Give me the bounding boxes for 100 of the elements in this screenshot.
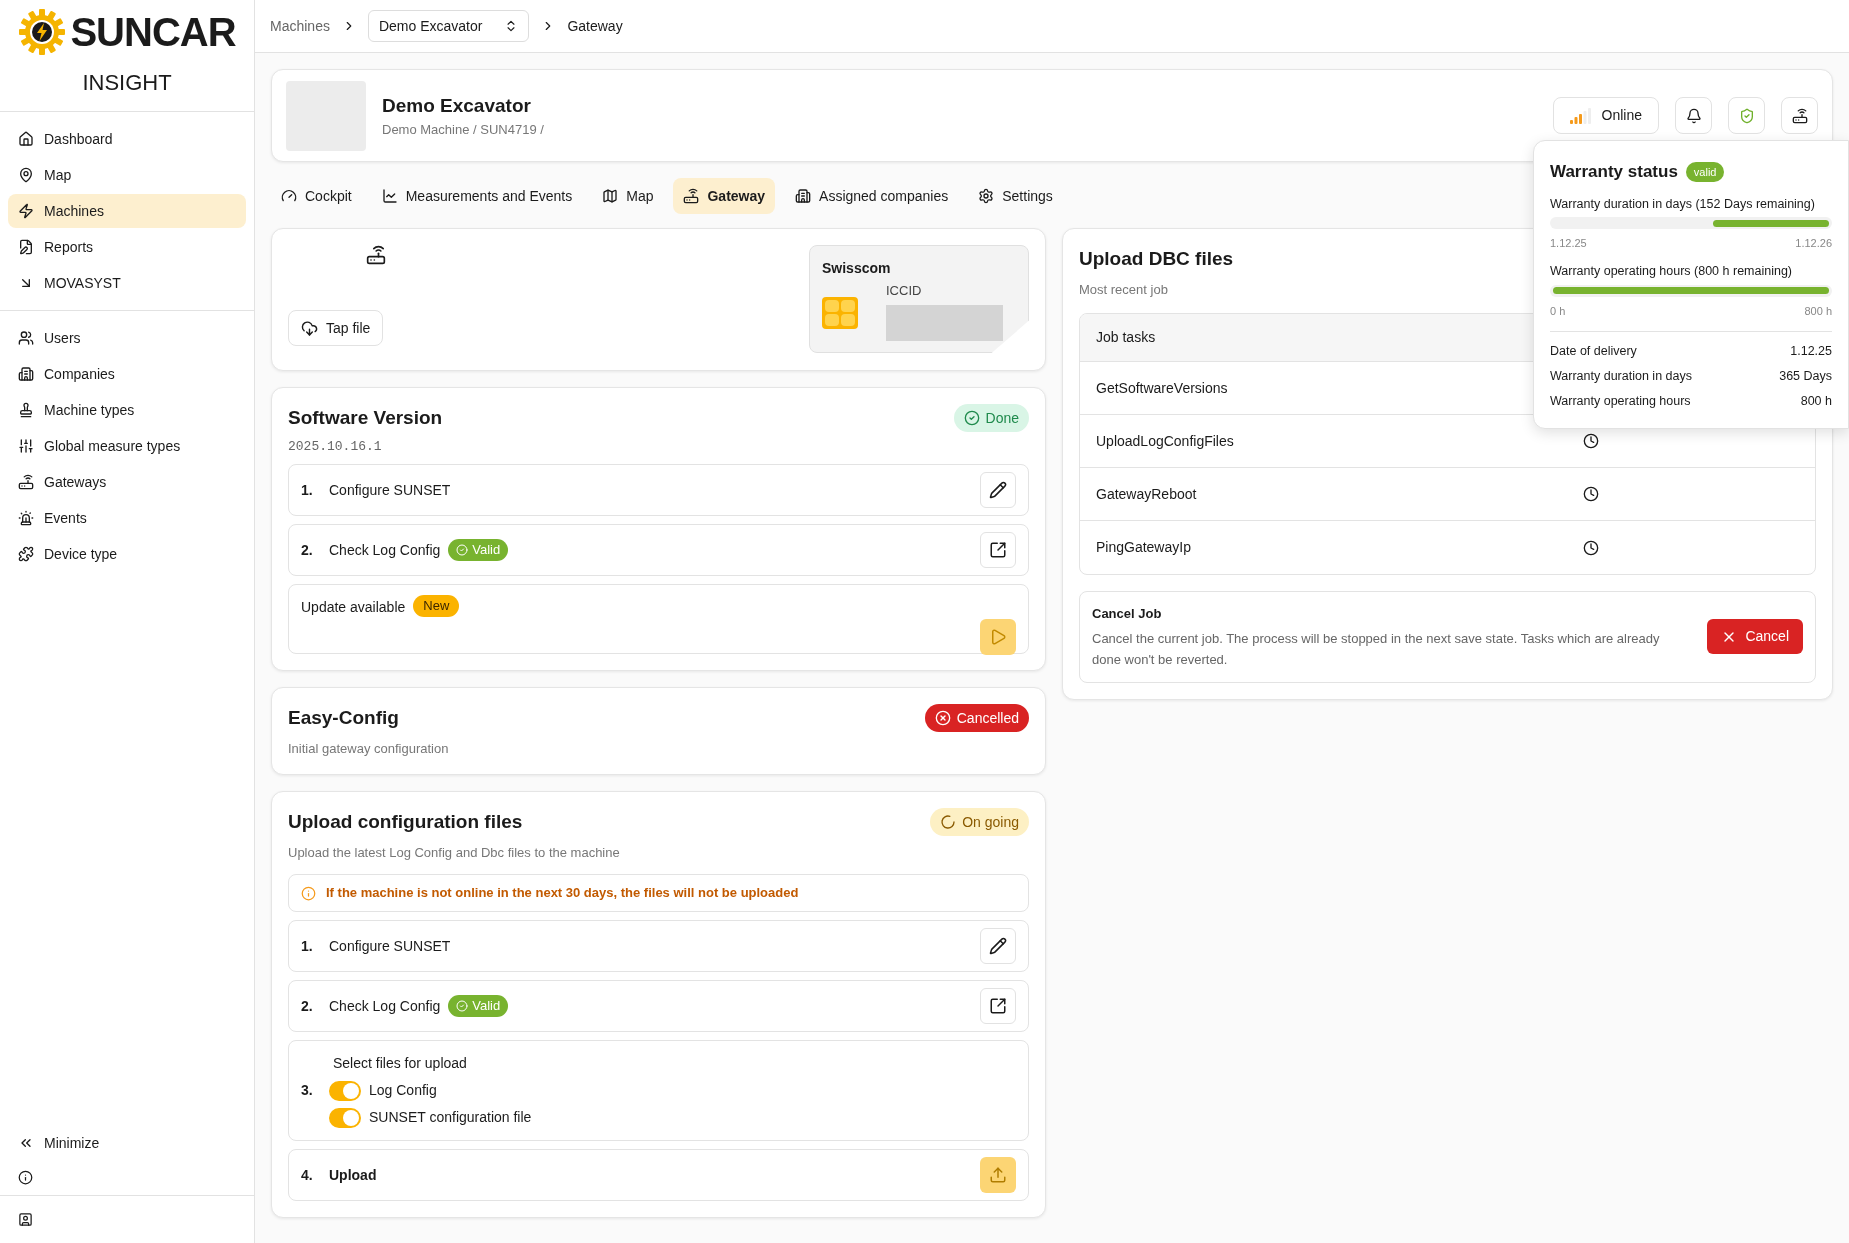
info-icon bbox=[301, 885, 316, 901]
user-icon[interactable] bbox=[18, 1212, 33, 1227]
status-badge: Done bbox=[953, 404, 1029, 432]
nav-item[interactable]: Device type bbox=[8, 537, 246, 571]
toggle-switch[interactable] bbox=[329, 1107, 361, 1128]
lightning-icon bbox=[18, 203, 34, 219]
bar-start: 1.12.25 bbox=[1550, 236, 1587, 252]
detail-label: Date of delivery bbox=[1550, 343, 1637, 360]
nav-item[interactable]: Machines bbox=[8, 194, 246, 228]
nav-item[interactable]: Global measure types bbox=[8, 429, 246, 463]
cancel-button[interactable]: Cancel bbox=[1707, 619, 1803, 655]
tab[interactable]: Gateway bbox=[673, 178, 776, 214]
nav-item[interactable]: Machine types bbox=[8, 393, 246, 427]
card-title: Software Version bbox=[288, 406, 443, 430]
tap-file-button[interactable]: Tap file bbox=[288, 310, 384, 346]
home-icon bbox=[18, 131, 34, 147]
step-label: Check Log Config bbox=[329, 540, 441, 560]
open-button[interactable] bbox=[980, 532, 1016, 568]
detail-value: 1.12.25 bbox=[1790, 343, 1832, 360]
start-update-button[interactable] bbox=[980, 619, 1016, 655]
edit-button[interactable] bbox=[980, 472, 1016, 508]
building-icon bbox=[18, 366, 34, 382]
nav-item[interactable]: Map bbox=[8, 158, 246, 192]
spinner-icon bbox=[940, 814, 957, 830]
tab[interactable]: Measurements and Events bbox=[371, 178, 583, 214]
puzzle-icon bbox=[18, 546, 34, 562]
card-subtitle: Upload the latest Log Config and Dbc files to the machine bbox=[288, 843, 620, 862]
machine-path: Demo Machine / SUN4719 / bbox=[382, 121, 544, 139]
step-number: 1. bbox=[301, 936, 314, 956]
sim-provider: Swisscom bbox=[822, 259, 892, 278]
detail-label: Warranty operating hours bbox=[1550, 392, 1691, 410]
detail-value: 365 Days bbox=[1779, 367, 1832, 385]
detail-value: 800 h bbox=[1800, 392, 1832, 410]
map-pin-icon bbox=[18, 167, 34, 183]
bar-end: 800 h bbox=[1804, 303, 1832, 319]
step-label: Upload bbox=[329, 1165, 377, 1185]
task-name: GatewayReboot bbox=[1096, 484, 1197, 504]
card-subtitle: Most recent job bbox=[1079, 280, 1168, 299]
open-button[interactable] bbox=[980, 988, 1016, 1024]
nav-item[interactable]: Dashboard bbox=[8, 122, 246, 156]
tab[interactable]: Assigned companies bbox=[785, 178, 959, 214]
online-status-button[interactable]: Online bbox=[1552, 97, 1659, 134]
users-icon bbox=[18, 330, 34, 346]
breadcrumb-current: Gateway bbox=[567, 16, 623, 36]
step-number: 1. bbox=[301, 480, 314, 500]
external-link-icon bbox=[989, 997, 1007, 1015]
step-number: 2. bbox=[301, 996, 314, 1016]
x-circle-icon bbox=[934, 710, 951, 726]
signal-icon bbox=[1569, 107, 1592, 124]
product-name: INSIGHT bbox=[82, 69, 172, 97]
breadcrumb-link[interactable]: Machines bbox=[270, 15, 330, 37]
iccid-label: ICCID bbox=[886, 282, 923, 300]
file-pen-icon bbox=[18, 239, 34, 255]
siren-icon bbox=[18, 510, 34, 526]
router-icon bbox=[1791, 107, 1808, 124]
line-chart-icon bbox=[381, 188, 398, 204]
notifications-button[interactable] bbox=[1675, 97, 1712, 134]
task-name: UploadLogConfigFiles bbox=[1096, 431, 1234, 451]
nav-item[interactable]: Reports bbox=[8, 230, 246, 264]
upload-icon bbox=[989, 1166, 1007, 1184]
tab[interactable]: Cockpit bbox=[271, 178, 362, 214]
check-circle-icon bbox=[456, 544, 469, 556]
nav-item[interactable]: Events bbox=[8, 501, 246, 535]
status-badge: On going bbox=[930, 808, 1029, 836]
pencil-icon bbox=[989, 481, 1007, 499]
pencil-icon bbox=[989, 937, 1007, 955]
valid-badge: Valid bbox=[448, 995, 509, 1017]
card-title: Upload DBC files bbox=[1079, 247, 1234, 271]
task-name: GetSoftwareVersions bbox=[1096, 378, 1228, 398]
nav-item[interactable]: Gateways bbox=[8, 465, 246, 499]
gauge-icon bbox=[281, 188, 297, 204]
toggle-label: Log Config bbox=[369, 1081, 437, 1100]
nav-item[interactable]: Companies bbox=[8, 357, 246, 391]
step-label: Update available bbox=[301, 598, 406, 617]
building-icon bbox=[795, 188, 812, 204]
shield-check-icon bbox=[1738, 107, 1755, 124]
minimize-button[interactable]: Minimize bbox=[8, 1126, 246, 1160]
nav-item[interactable]: MOVASYST bbox=[8, 266, 246, 300]
upload-button[interactable] bbox=[980, 1157, 1016, 1193]
tab[interactable]: Settings bbox=[968, 178, 1063, 214]
warning-text: If the machine is not online in the next 30 days, the files will not be uploaded bbox=[326, 884, 799, 903]
toggle-switch[interactable] bbox=[329, 1080, 361, 1101]
step-label: Configure SUNSET bbox=[329, 480, 451, 500]
edit-button[interactable] bbox=[980, 928, 1016, 964]
status-badge: Cancelled bbox=[924, 704, 1029, 732]
gear-lightning-icon bbox=[18, 8, 67, 56]
nav-item[interactable]: Users bbox=[8, 321, 246, 355]
step-number: 3. bbox=[301, 1081, 314, 1100]
machine-select[interactable]: Demo Excavator bbox=[367, 10, 530, 42]
info-icon[interactable] bbox=[18, 1170, 33, 1185]
task-name: PingGatewayIp bbox=[1096, 538, 1191, 557]
gateway-button[interactable] bbox=[1781, 97, 1818, 134]
tab[interactable]: Map bbox=[592, 178, 664, 214]
card-subtitle: Initial gateway configuration bbox=[288, 739, 449, 758]
play-icon bbox=[989, 628, 1007, 646]
machine-name: Demo Excavator bbox=[382, 93, 532, 118]
bar-end: 1.12.26 bbox=[1795, 236, 1832, 252]
sliders-icon bbox=[18, 438, 34, 454]
settings-icon bbox=[978, 188, 995, 204]
new-badge: New bbox=[413, 595, 460, 617]
